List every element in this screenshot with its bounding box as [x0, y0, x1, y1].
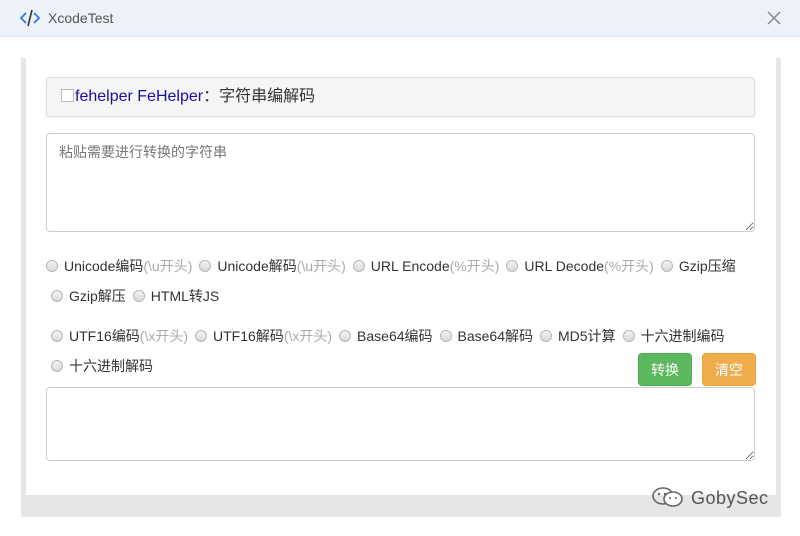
option-hint: (\x开头): [283, 328, 333, 344]
option-radio[interactable]: Gzip压缩: [660, 256, 736, 276]
radio-button-icon[interactable]: [195, 330, 208, 342]
option-hint: (\x开头): [139, 328, 189, 344]
option-radio[interactable]: URL Encode(%开头): [352, 256, 500, 276]
option-label: Base64解码: [457, 328, 533, 344]
option-radio[interactable]: UTF16解码(\x开头): [195, 326, 332, 346]
option-radio[interactable]: Base64解码: [439, 326, 533, 346]
option-radio[interactable]: Unicode解码(\u开头): [199, 256, 346, 276]
option-label: Gzip压缩: [678, 258, 736, 274]
option-label: 十六进制解码: [69, 358, 153, 374]
options-row-1: Unicode编码(\u开头) Unicode解码(\u开头) URL Encode…: [46, 256, 743, 276]
brand-link[interactable]: FeHelper: [137, 88, 203, 105]
option-radio[interactable]: URL Decode(%开头): [506, 256, 654, 276]
option-label: UTF16编码: [69, 328, 140, 344]
option-radio[interactable]: Unicode编码(\u开头): [46, 256, 192, 276]
option-label: Gzip解压: [69, 288, 126, 304]
option-label: Base64编码: [357, 328, 433, 344]
option-radio[interactable]: 十六进制编码: [622, 326, 725, 346]
option-radio[interactable]: UTF16编码(\x开头): [51, 326, 188, 346]
close-icon[interactable]: [764, 8, 784, 28]
clear-button[interactable]: 清空: [702, 353, 756, 386]
radio-button-icon[interactable]: [622, 330, 635, 342]
option-label: 十六进制编码: [640, 328, 725, 344]
tool-header: fehelper FeHelper：字符串编解码: [46, 77, 755, 117]
option-label: Unicode编码: [64, 258, 144, 274]
watermark-text: GobySec: [691, 488, 769, 508]
option-radio[interactable]: Base64编码: [339, 326, 433, 346]
result-output[interactable]: [46, 387, 755, 461]
radio-button-icon[interactable]: [51, 330, 63, 342]
option-radio[interactable]: 十六进制解码: [51, 356, 153, 376]
radio-button-icon[interactable]: [506, 260, 519, 272]
option-label: HTML转JS: [150, 288, 220, 304]
source-input[interactable]: [46, 133, 755, 232]
watermark: GobySec: [651, 486, 769, 509]
radio-button-icon[interactable]: [132, 290, 145, 302]
logo-alt-text[interactable]: fehelper: [75, 88, 133, 105]
option-hint: (%开头): [604, 258, 654, 274]
radio-button-icon[interactable]: [540, 330, 552, 342]
radio-button-icon[interactable]: [51, 290, 63, 302]
option-radio[interactable]: MD5计算: [540, 326, 616, 346]
option-radio[interactable]: Gzip解压: [51, 286, 126, 306]
radio-button-icon[interactable]: [439, 330, 452, 342]
broken-image-icon: [61, 89, 74, 102]
tool-title: ：字符串编解码: [203, 88, 316, 105]
options-row-3: UTF16编码(\x开头) UTF16解码(\x开头) Base64编码 Base64…: [51, 326, 732, 346]
options-row-4: 十六进制解码: [51, 356, 160, 376]
radio-button-icon[interactable]: [46, 260, 58, 272]
radio-button-icon[interactable]: [339, 330, 352, 342]
convert-button[interactable]: 转换: [638, 353, 692, 386]
radio-button-icon[interactable]: [51, 360, 63, 372]
option-label: UTF16解码: [213, 328, 284, 344]
option-label: URL Encode: [370, 258, 450, 274]
option-hint: (\u开头): [296, 258, 346, 274]
window-titlebar: XcodeTest: [0, 0, 800, 37]
wechat-icon: [652, 487, 683, 507]
options-row-2: Gzip解压 HTML转JS: [51, 286, 226, 306]
option-radio[interactable]: HTML转JS: [132, 286, 220, 306]
option-hint: (\u开头): [143, 258, 193, 274]
option-hint: (%开头): [449, 258, 500, 274]
code-icon: [20, 9, 40, 27]
radio-button-icon[interactable]: [352, 260, 365, 272]
window-title: XcodeTest: [48, 10, 114, 26]
radio-button-icon[interactable]: [199, 260, 212, 272]
option-label: Unicode解码: [217, 258, 297, 274]
radio-button-icon[interactable]: [660, 260, 673, 272]
option-label: URL Decode: [524, 258, 605, 274]
option-label: MD5计算: [558, 328, 616, 344]
